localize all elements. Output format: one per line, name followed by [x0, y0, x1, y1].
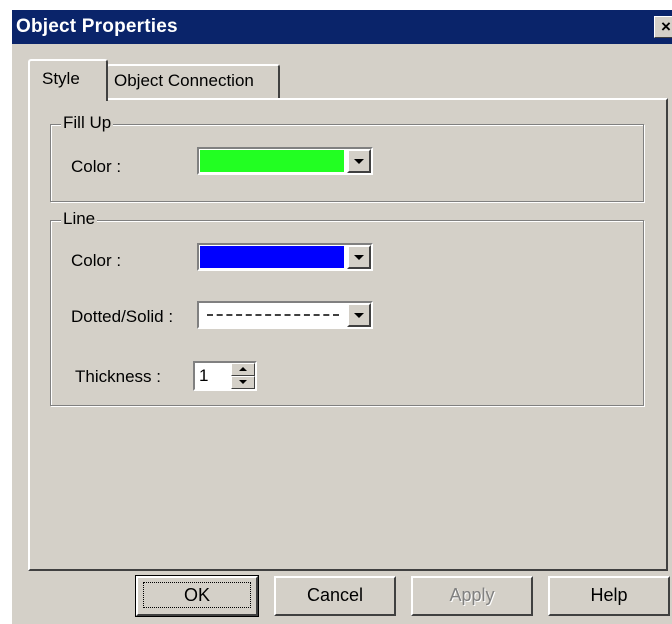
ok-button[interactable]: OK — [135, 575, 259, 617]
tab-object-connection[interactable]: Object Connection — [106, 64, 280, 98]
dotted-line-preview — [207, 314, 339, 316]
thickness-spinner[interactable]: 1 — [193, 361, 257, 391]
spin-up-icon[interactable] — [231, 363, 255, 376]
chevron-down-icon[interactable] — [347, 303, 371, 327]
tab-style[interactable]: Style — [28, 59, 108, 101]
line-color-swatch — [200, 246, 344, 268]
chevron-down-icon[interactable] — [347, 245, 371, 269]
title-bar[interactable]: Object Properties × — [12, 10, 672, 44]
line-color-label: Color : — [71, 251, 122, 270]
thickness-label: Thickness : — [75, 367, 161, 386]
cancel-button[interactable]: Cancel — [274, 576, 396, 616]
line-group: Line Color : Dotted/Solid : Thickness : … — [50, 209, 644, 406]
help-button[interactable]: Help — [548, 576, 670, 616]
fill-up-group: Fill Up Color : — [50, 113, 644, 202]
fill-color-swatch — [200, 150, 344, 172]
tab-style-label: Style — [42, 69, 80, 88]
chevron-down-icon[interactable] — [347, 149, 371, 173]
line-style-dropdown[interactable] — [197, 301, 373, 329]
line-style-label: Dotted/Solid : — [71, 307, 174, 326]
line-color-dropdown[interactable] — [197, 243, 373, 271]
tab-object-connection-label: Object Connection — [114, 71, 254, 90]
fill-color-label: Color : — [71, 157, 122, 176]
close-button[interactable]: × — [654, 16, 672, 38]
spin-down-icon[interactable] — [231, 376, 255, 389]
object-properties-dialog: Object Properties × Style Object Connect… — [10, 8, 672, 624]
apply-button: Apply — [411, 576, 533, 616]
fill-color-dropdown[interactable] — [197, 147, 373, 175]
style-tab-panel: Fill Up Color : Line Color : Dotted/Soli… — [28, 98, 668, 571]
ok-button-label: OK — [142, 582, 251, 608]
line-group-label: Line — [61, 209, 98, 229]
window-title: Object Properties — [16, 16, 178, 37]
fill-up-group-label: Fill Up — [61, 113, 114, 133]
thickness-value[interactable]: 1 — [199, 366, 208, 386]
